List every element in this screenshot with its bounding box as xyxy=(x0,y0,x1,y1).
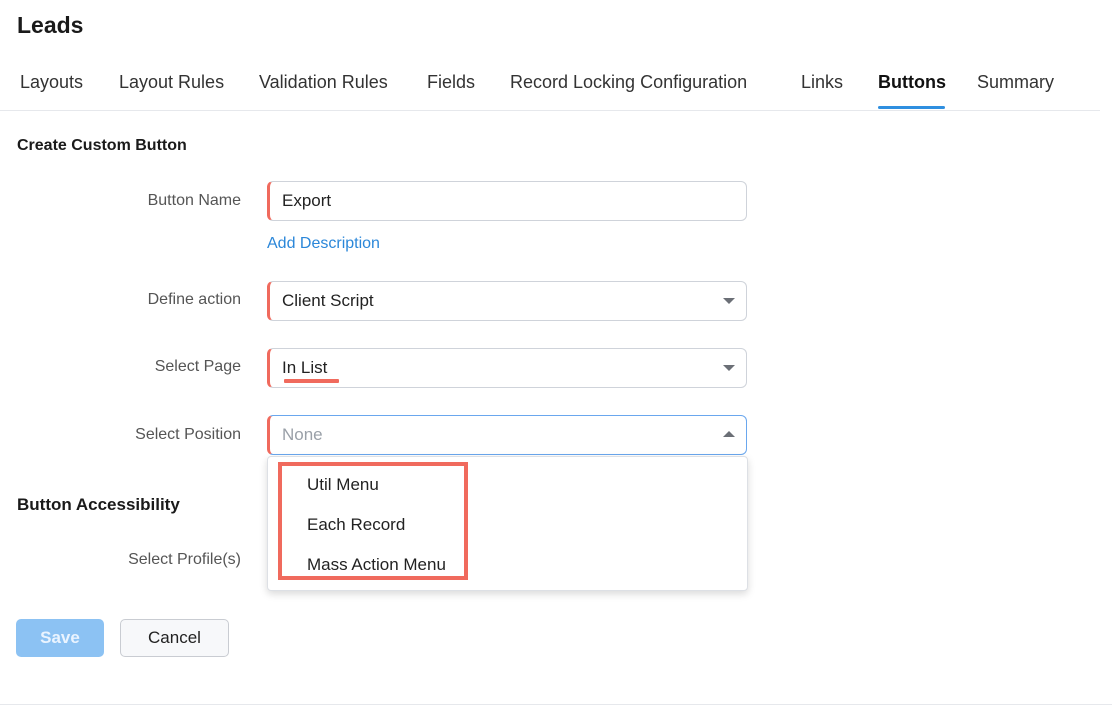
tab-validation-rules[interactable]: Validation Rules xyxy=(259,72,388,93)
page-title: Leads xyxy=(17,12,84,38)
tab-bar: Layouts Layout Rules Validation Rules Fi… xyxy=(0,62,1100,111)
define-action-label: Define action xyxy=(147,291,241,308)
chevron-down-icon xyxy=(723,298,735,304)
button-name-label: Button Name xyxy=(147,192,241,209)
section-title-create-custom-button: Create Custom Button xyxy=(17,137,187,154)
annotation-underline xyxy=(284,379,339,383)
select-profiles-label: Select Profile(s) xyxy=(128,551,241,568)
tab-buttons[interactable]: Buttons xyxy=(878,72,946,93)
button-name-value: Export xyxy=(282,191,332,210)
tab-summary[interactable]: Summary xyxy=(977,72,1054,93)
tab-links[interactable]: Links xyxy=(801,72,843,93)
tab-record-locking-configuration[interactable]: Record Locking Configuration xyxy=(510,72,747,93)
button-name-input[interactable]: Export xyxy=(267,181,747,221)
tab-layouts[interactable]: Layouts xyxy=(20,72,83,93)
footer-divider xyxy=(0,704,1112,705)
save-button[interactable]: Save xyxy=(16,619,104,657)
define-action-select[interactable]: Client Script xyxy=(267,281,747,321)
define-action-value: Client Script xyxy=(282,291,374,310)
tab-fields[interactable]: Fields xyxy=(427,72,475,93)
chevron-up-icon xyxy=(723,431,735,437)
select-position-select[interactable]: None xyxy=(267,415,747,455)
annotation-highlight-box xyxy=(278,462,468,580)
chevron-down-icon xyxy=(723,365,735,371)
section-title-button-accessibility: Button Accessibility xyxy=(17,495,180,514)
select-position-placeholder: None xyxy=(282,425,323,444)
active-tab-indicator xyxy=(878,106,945,109)
cancel-button[interactable]: Cancel xyxy=(120,619,229,657)
select-page-select[interactable]: In List xyxy=(267,348,747,388)
select-position-label: Select Position xyxy=(135,426,241,443)
add-description-link[interactable]: Add Description xyxy=(267,235,380,253)
select-page-label: Select Page xyxy=(154,358,241,375)
tab-layout-rules[interactable]: Layout Rules xyxy=(119,72,224,93)
